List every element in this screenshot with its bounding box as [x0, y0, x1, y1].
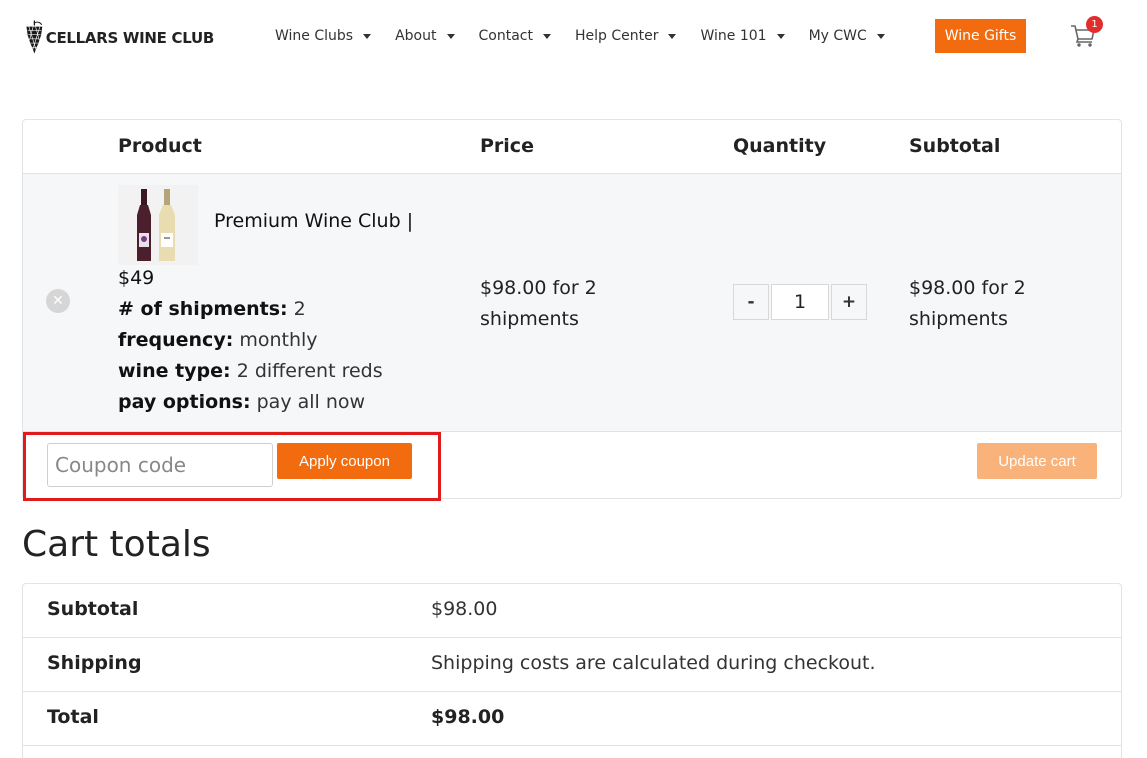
caret-down-icon [446, 34, 455, 39]
caret-down-icon [876, 34, 885, 39]
meta-label: frequency: [118, 329, 234, 351]
item-price: $98.00 for 2 shipments [480, 277, 597, 330]
cart-count-badge: 1 [1086, 16, 1103, 33]
apply-coupon-button[interactable]: Apply coupon [277, 443, 412, 479]
subtotal-column-header: Subtotal [909, 135, 1001, 157]
totals-label: Subtotal [47, 598, 139, 620]
cart-table: Product Price Quantity Subtotal ✕ Premiu… [22, 119, 1122, 501]
totals-value: Shipping costs are calculated during che… [431, 652, 876, 674]
wine-gifts-button[interactable]: Wine Gifts [935, 19, 1026, 53]
remove-item-icon[interactable]: ✕ [46, 289, 70, 313]
meta-value: 2 [293, 298, 306, 320]
update-cart-button[interactable]: Update cart [977, 443, 1097, 479]
caret-down-icon [668, 34, 677, 39]
item-meta-shipments: # of shipments: 2 [118, 298, 306, 320]
main-nav: Wine Clubs About Contact Help Center Win… [275, 24, 909, 48]
nav-item-about[interactable]: About [395, 28, 455, 44]
cart-table-header: Product Price Quantity Subtotal [23, 120, 1121, 174]
cart-actions: Apply coupon Update cart [23, 432, 1121, 501]
product-name-link[interactable]: Premium Wine Club | [214, 210, 413, 232]
cart-totals-table: Subtotal $98.00 Shipping Shipping costs … [22, 583, 1122, 758]
nav-label: My CWC [808, 28, 867, 44]
meta-label: wine type: [118, 360, 231, 382]
quantity-input[interactable] [771, 284, 829, 320]
quantity-column-header: Quantity [733, 135, 827, 157]
totals-label: Shipping [47, 652, 142, 674]
nav-label: About [395, 28, 437, 44]
totals-label: Total [47, 706, 99, 728]
nav-item-contact[interactable]: Contact [479, 28, 551, 44]
caret-down-icon [542, 34, 551, 39]
nav-item-wine-clubs[interactable]: Wine Clubs [275, 28, 372, 44]
quantity-increase-button[interactable]: + [831, 284, 867, 320]
coupon-code-input[interactable] [47, 443, 273, 487]
totals-value: $98.00 [431, 598, 498, 620]
product-column-header: Product [118, 135, 202, 157]
nav-item-my-cwc[interactable]: My CWC [809, 28, 885, 44]
totals-row-shipping: Shipping Shipping costs are calculated d… [23, 638, 1121, 692]
logo-text: CELLARS WINE CLUB [45, 29, 215, 47]
caret-down-icon [776, 34, 785, 39]
cart-totals-heading: Cart totals [22, 524, 211, 565]
quantity-stepper: - + [733, 284, 867, 320]
price-column-header: Price [480, 135, 534, 157]
item-meta-wine-type: wine type: 2 different reds [118, 360, 383, 382]
grape-cluster-icon [26, 20, 43, 54]
quantity-decrease-button[interactable]: - [733, 284, 769, 320]
product-unit-price: $49 [118, 267, 155, 289]
meta-label: pay options: [118, 391, 251, 413]
totals-row-subtotal: Subtotal $98.00 [23, 584, 1121, 638]
cart-item-row: ✕ Premium Wine Club | $49 # of shipments… [23, 174, 1121, 432]
nav-label: Wine 101 [700, 28, 767, 44]
nav-item-help-center[interactable]: Help Center [575, 28, 677, 44]
meta-value: 2 different reds [236, 360, 383, 382]
nav-label: Contact [478, 28, 533, 44]
totals-row-total: Total $98.00 [23, 692, 1121, 746]
caret-down-icon [363, 34, 372, 39]
item-subtotal: $98.00 for 2 shipments [909, 277, 1026, 330]
item-meta-pay-options: pay options: pay all now [118, 391, 365, 413]
meta-value: pay all now [256, 391, 366, 413]
product-thumbnail[interactable] [118, 185, 198, 265]
site-logo[interactable]: CELLARS WINE CLUB [24, 8, 214, 66]
nav-label: Help Center [574, 28, 659, 44]
item-meta-frequency: frequency: monthly [118, 329, 318, 351]
meta-value: monthly [239, 329, 318, 351]
totals-value: $98.00 [431, 706, 505, 728]
nav-label: Wine Clubs [275, 28, 354, 44]
meta-label: # of shipments: [118, 298, 288, 320]
nav-item-wine-101[interactable]: Wine 101 [700, 28, 785, 44]
